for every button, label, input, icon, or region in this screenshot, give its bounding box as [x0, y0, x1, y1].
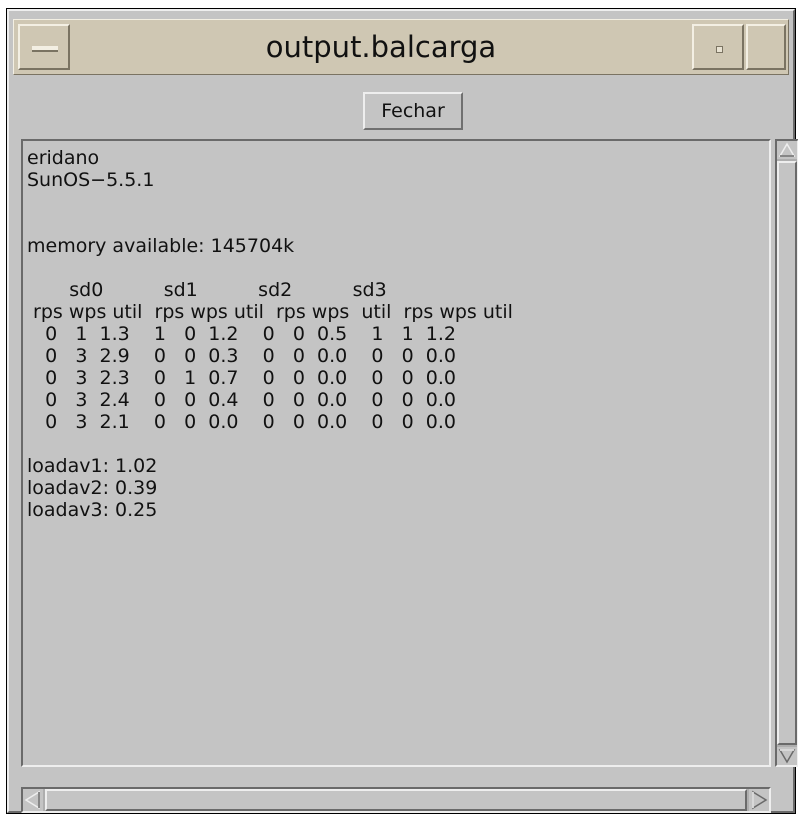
output-window: output.balcarga Fechar eridano SunOS−5.5… — [6, 8, 798, 814]
output-text: eridano SunOS−5.5.1 memory available: 14… — [27, 147, 513, 521]
close-button[interactable]: Fechar — [363, 92, 463, 130]
arrow-down-icon — [778, 749, 796, 764]
window-menu-button[interactable] — [18, 24, 70, 70]
window-title: output.balcarga — [265, 30, 497, 64]
arrow-left-icon — [24, 790, 40, 810]
scroll-up-button[interactable] — [777, 141, 797, 159]
window-menu-icon — [32, 46, 58, 52]
minimize-icon — [716, 46, 723, 53]
maximize-button[interactable] — [746, 24, 786, 70]
scroll-right-button[interactable] — [749, 789, 769, 811]
horizontal-scroll-thumb[interactable] — [45, 789, 747, 811]
title-bar[interactable]: output.balcarga — [13, 19, 789, 75]
arrow-right-icon — [752, 790, 768, 810]
scroll-left-button[interactable] — [23, 789, 43, 811]
arrow-up-icon — [778, 142, 796, 157]
horizontal-scrollbar[interactable] — [21, 787, 771, 813]
vertical-scrollbar[interactable] — [775, 139, 798, 767]
vertical-scroll-thumb[interactable] — [777, 161, 797, 745]
minimize-button[interactable] — [692, 24, 744, 70]
output-text-area[interactable]: eridano SunOS−5.5.1 memory available: 14… — [21, 139, 771, 767]
scroll-down-button[interactable] — [777, 747, 797, 765]
